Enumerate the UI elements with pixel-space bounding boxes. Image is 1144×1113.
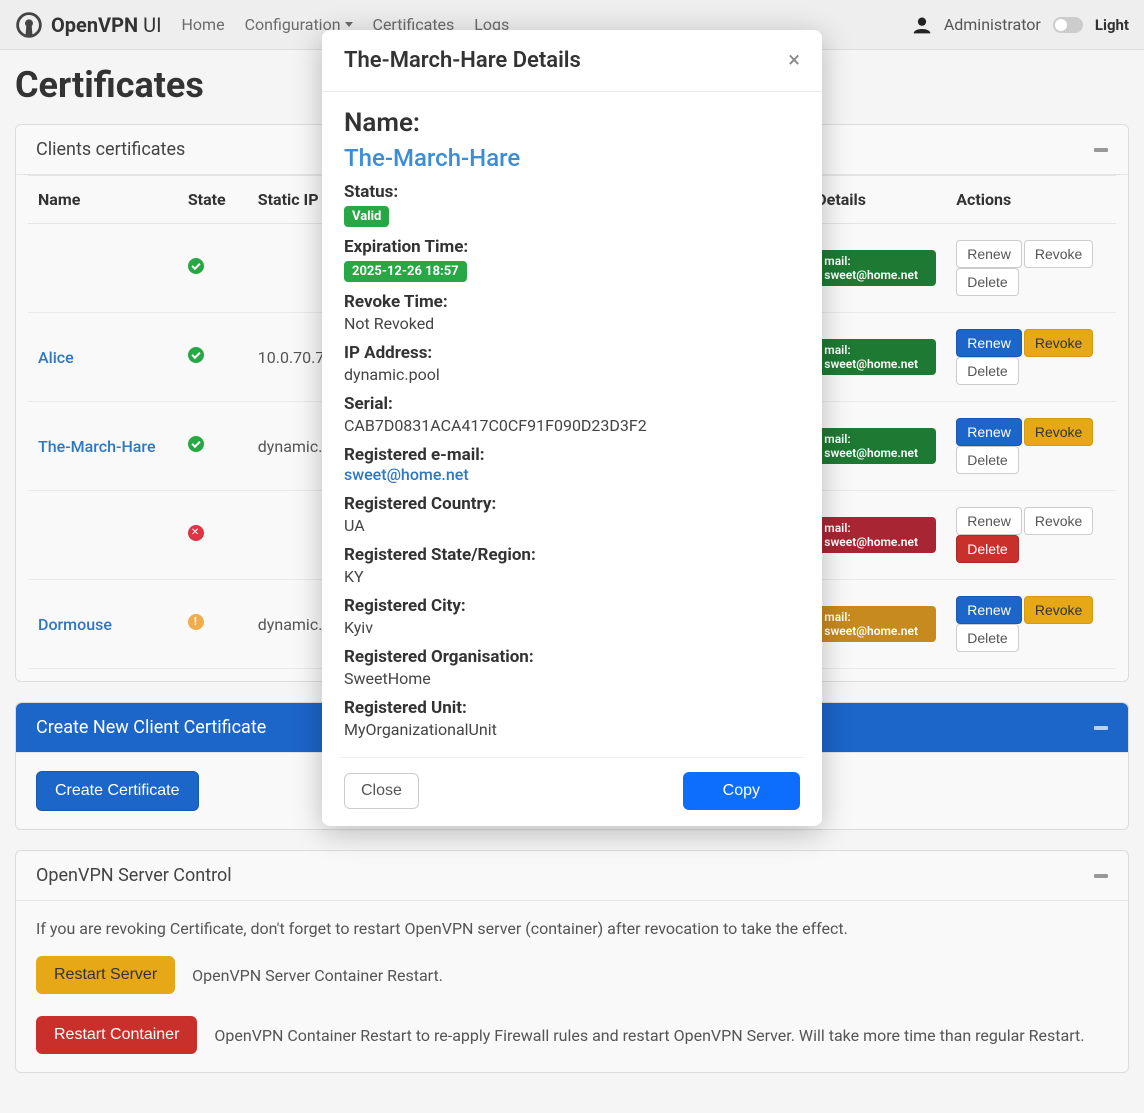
field-label: Registered State/Region: [344,545,800,565]
field-label: Serial: [344,394,800,414]
field-value: Not Revoked [344,314,800,333]
field-label: Status: [344,182,800,202]
restart-container-button[interactable]: Restart Container [36,1016,197,1054]
restart-container-desc: OpenVPN Container Restart to re-apply Fi… [214,1026,1084,1045]
field-link[interactable]: sweet@home.net [344,465,469,484]
field-label: IP Address: [344,343,800,363]
field-value: Kyiv [344,618,800,637]
field-label: Registered e-mail: [344,445,800,465]
modal-backdrop: The-March-Hare Details × Name: The-March… [0,0,1144,986]
divider [340,757,804,758]
modal-title: The-March-Hare Details [344,48,581,73]
field-badge: Valid [344,206,389,227]
certificate-details-modal: The-March-Hare Details × Name: The-March… [322,30,822,826]
field-label: Registered Organisation: [344,647,800,667]
field-label: Registered Country: [344,494,800,514]
field-value: KY [344,567,800,586]
modal-copy-button[interactable]: Copy [683,772,800,810]
field-value: SweetHome [344,669,800,688]
field-badge: 2025-12-26 18:57 [344,261,467,282]
field-label: Expiration Time: [344,237,800,257]
modal-name-label: Name: [344,108,800,138]
field-value: UA [344,516,800,535]
close-icon[interactable]: × [788,50,800,72]
modal-name-value[interactable]: The-March-Hare [344,144,800,172]
field-label: Registered City: [344,596,800,616]
field-value: dynamic.pool [344,365,800,384]
modal-header: The-March-Hare Details × [322,30,822,92]
field-value: CAB7D0831ACA417C0CF91F090D23D3F2 [344,416,800,435]
modal-body: Name: The-March-Hare Status: Valid Expirat… [322,92,822,826]
field-label: Registered Unit: [344,698,800,718]
field-label: Revoke Time: [344,292,800,312]
modal-close-button[interactable]: Close [344,773,419,809]
field-value: MyOrganizationalUnit [344,720,800,739]
